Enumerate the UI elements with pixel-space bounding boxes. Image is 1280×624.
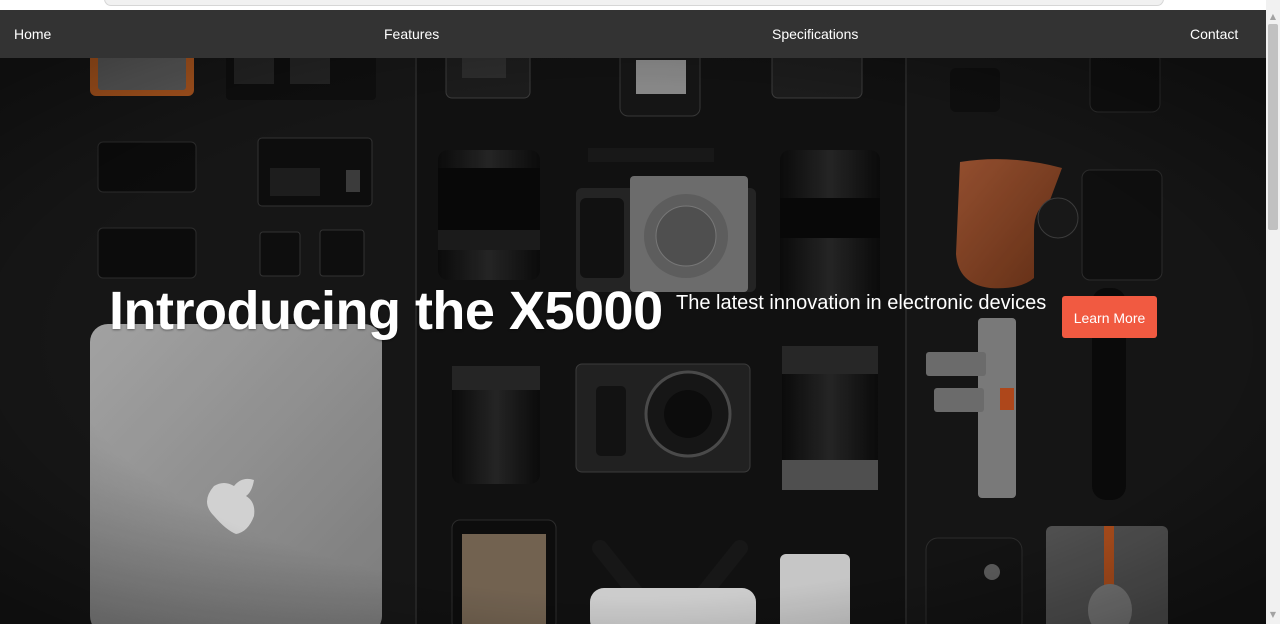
nav-home-link[interactable]: Home	[14, 10, 51, 58]
nav-features-link[interactable]: Features	[384, 10, 439, 58]
scrollbar-thumb[interactable]	[1268, 24, 1278, 230]
learn-more-button[interactable]: Learn More	[1062, 296, 1157, 338]
scroll-down-arrow-icon[interactable]: ▼	[1266, 608, 1280, 622]
hero-section: Introducing the X5000 The latest innovat…	[0, 58, 1266, 624]
nav-specifications-link[interactable]: Specifications	[772, 10, 858, 58]
scroll-up-arrow-icon[interactable]: ▲	[1266, 10, 1280, 24]
page-viewport: Home Features Specifications Contact Int…	[0, 0, 1266, 624]
navbar: Home Features Specifications Contact	[0, 10, 1266, 58]
hero-title: Introducing the X5000	[109, 281, 663, 341]
browser-top-strip	[0, 0, 1266, 10]
nav-contact-link[interactable]: Contact	[1190, 10, 1238, 58]
hero-subtitle: The latest innovation in electronic devi…	[676, 292, 1047, 314]
address-bar-edge	[104, 0, 1164, 6]
page-scrollbar[interactable]: ▲ ▼	[1266, 0, 1280, 624]
